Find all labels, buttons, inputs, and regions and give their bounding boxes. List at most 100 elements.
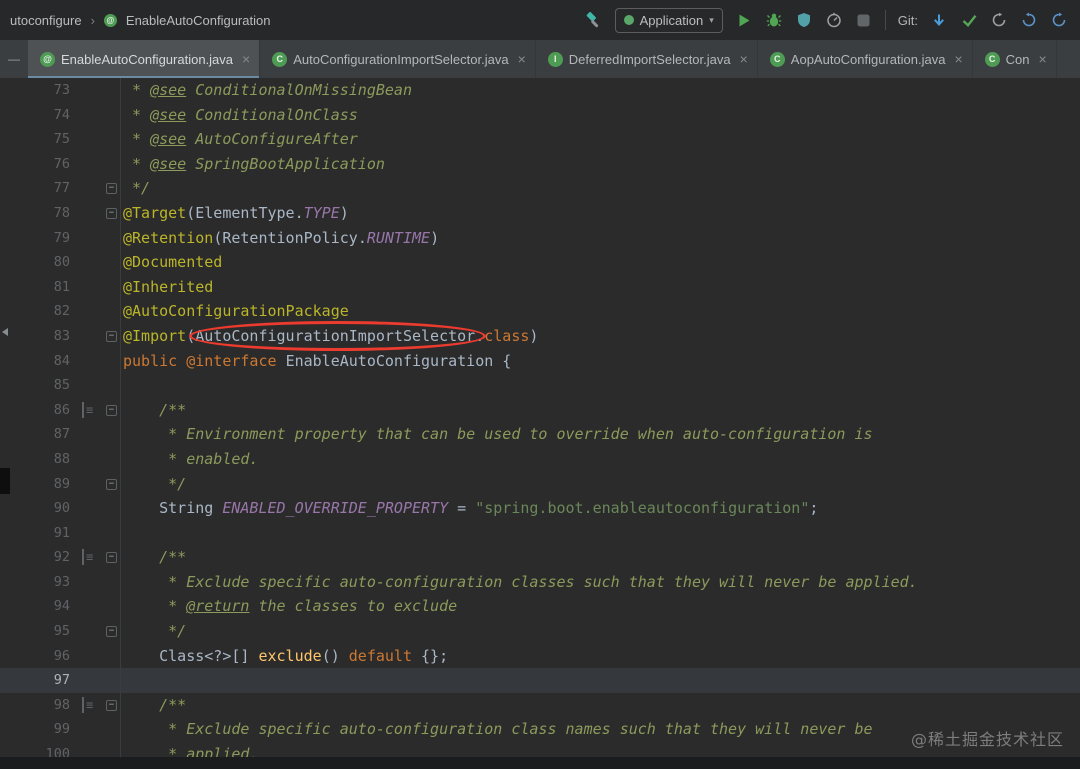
gutter xyxy=(70,521,120,546)
line-number: 93 xyxy=(53,573,70,590)
code-line: 81 @Inherited xyxy=(0,274,1080,300)
line-number: 99 xyxy=(53,721,70,738)
line-number: 79 xyxy=(53,229,70,246)
close-icon[interactable]: × xyxy=(954,51,962,67)
fold-icon[interactable]: − xyxy=(106,699,117,711)
code-text[interactable] xyxy=(120,668,1080,693)
run-icon[interactable] xyxy=(735,11,753,29)
gutter: − xyxy=(70,176,120,201)
gutter xyxy=(70,447,120,472)
code-text[interactable]: @Retention(RetentionPolicy.RUNTIME) xyxy=(120,225,1080,251)
git-label: Git: xyxy=(897,12,918,28)
close-icon[interactable]: × xyxy=(1039,51,1047,67)
fold-icon[interactable]: − xyxy=(106,626,117,638)
editor-tab[interactable]: I DeferredImportSelector.java × xyxy=(536,40,758,78)
code-text[interactable]: @Import(AutoConfigurationImportSelector.… xyxy=(120,323,1080,349)
build-hammer-icon[interactable] xyxy=(585,11,603,29)
git-commit-check-icon[interactable] xyxy=(960,11,978,29)
class-icon: C xyxy=(984,51,1000,67)
code-text[interactable]: * @return the classes to exclude xyxy=(120,594,1080,620)
gutter xyxy=(70,103,120,128)
gutter xyxy=(70,570,120,595)
breadcrumb-separator-icon: › xyxy=(90,12,95,28)
breadcrumb-module[interactable]: utoconfigure xyxy=(10,13,82,28)
close-icon[interactable]: × xyxy=(518,51,526,67)
toolbar-separator xyxy=(884,10,886,30)
class-icon: @ xyxy=(40,51,55,67)
render-doc-icon[interactable]: ≡ xyxy=(82,696,93,713)
line-number: 88 xyxy=(53,450,70,467)
code-text[interactable]: /** xyxy=(120,397,1080,423)
code-text[interactable]: */ xyxy=(120,471,1080,497)
line-number: 82 xyxy=(53,303,70,320)
breadcrumb-class[interactable]: EnableAutoConfiguration xyxy=(126,13,271,28)
refresh-icon[interactable] xyxy=(1050,11,1068,29)
stop-icon[interactable] xyxy=(855,11,873,29)
line-number: 90 xyxy=(53,500,70,517)
rollback-icon[interactable] xyxy=(1020,11,1038,29)
fold-icon[interactable]: − xyxy=(106,552,117,564)
editor-tab[interactable]: @ EnableAutoConfiguration.java × xyxy=(28,40,261,78)
code-text[interactable]: public @interface EnableAutoConfiguratio… xyxy=(120,348,1080,374)
code-text[interactable] xyxy=(120,520,1080,546)
fold-icon[interactable]: − xyxy=(106,207,117,219)
render-doc-icon[interactable]: ≡ xyxy=(82,401,93,418)
code-line: 85 xyxy=(0,373,1080,398)
code-text[interactable]: * Exclude specific auto-configuration cl… xyxy=(120,569,1080,595)
code-line: 97 xyxy=(0,668,1080,693)
editor-tab[interactable]: C AopAutoConfiguration.java × xyxy=(758,40,973,78)
left-edge-badge xyxy=(0,468,10,494)
breadcrumb: utoconfigure › @ EnableAutoConfiguration xyxy=(10,13,270,28)
history-icon[interactable] xyxy=(990,11,1008,29)
code-text[interactable]: */ xyxy=(120,176,1080,201)
code-text[interactable]: @Documented xyxy=(120,250,1080,275)
fold-icon[interactable]: − xyxy=(106,183,117,195)
code-text[interactable]: /** xyxy=(120,692,1080,718)
hide-window-dash-icon[interactable]: — xyxy=(0,40,28,78)
annotation-class-icon: @ xyxy=(103,13,117,27)
code-line: 80 @Documented xyxy=(0,250,1080,275)
git-update-icon[interactable] xyxy=(930,11,948,29)
fold-icon[interactable]: − xyxy=(106,404,117,416)
gutter: − xyxy=(70,201,120,226)
code-text[interactable]: @Inherited xyxy=(120,274,1080,300)
profiler-icon[interactable] xyxy=(825,11,843,29)
code-text[interactable]: /** xyxy=(120,545,1080,570)
editor-tab[interactable]: C AutoConfigurationImportSelector.java × xyxy=(260,40,536,78)
code-line: 89 − */ xyxy=(0,471,1080,497)
gutter xyxy=(70,299,120,324)
code-text[interactable]: * Environment property that can be used … xyxy=(120,422,1080,447)
gutter xyxy=(70,668,120,693)
render-doc-icon[interactable]: ≡ xyxy=(82,549,93,566)
code-text[interactable]: * @see ConditionalOnClass xyxy=(120,102,1080,128)
code-text[interactable] xyxy=(120,373,1080,398)
code-text[interactable]: * @see SpringBootApplication xyxy=(120,151,1080,177)
editor-tab[interactable]: C Con × xyxy=(973,40,1057,78)
code-line: 75 * @see AutoConfigureAfter xyxy=(0,127,1080,152)
gutter xyxy=(70,644,120,669)
run-config-select[interactable]: Application ▾ xyxy=(614,7,723,33)
gutter xyxy=(70,496,120,521)
run-config-label: Application xyxy=(639,12,704,28)
code-text[interactable]: @AutoConfigurationPackage xyxy=(120,299,1080,324)
close-icon[interactable]: × xyxy=(740,51,748,67)
editor-tab-bar: — @ EnableAutoConfiguration.java × C AutoCon… xyxy=(0,40,1080,78)
code-text[interactable]: * @see ConditionalOnMissingBean xyxy=(120,78,1080,103)
splitter-collapse-arrow-icon[interactable] xyxy=(2,328,8,336)
coverage-icon[interactable] xyxy=(795,11,813,29)
debug-icon[interactable] xyxy=(765,11,783,29)
close-icon[interactable]: × xyxy=(242,51,250,67)
line-number: 83 xyxy=(53,327,70,344)
code-editor[interactable]: 73 * @see ConditionalOnMissingBean 74 * @… xyxy=(0,78,1080,769)
code-text[interactable]: Class<?>[] exclude() default {}; xyxy=(120,643,1080,669)
fold-icon[interactable]: − xyxy=(106,478,117,490)
code-text[interactable]: String ENABLED_OVERRIDE_PROPERTY = "spri… xyxy=(120,496,1080,521)
line-number: 80 xyxy=(53,254,70,271)
code-text[interactable]: */ xyxy=(120,619,1080,644)
line-number: 94 xyxy=(53,598,70,615)
code-text[interactable]: @Target(ElementType.TYPE) xyxy=(120,200,1080,226)
code-text[interactable]: * @see AutoConfigureAfter xyxy=(120,127,1080,152)
code-line: 79 @Retention(RetentionPolicy.RUNTIME) xyxy=(0,225,1080,251)
code-text[interactable]: * enabled. xyxy=(120,446,1080,472)
fold-icon[interactable]: − xyxy=(106,330,117,342)
